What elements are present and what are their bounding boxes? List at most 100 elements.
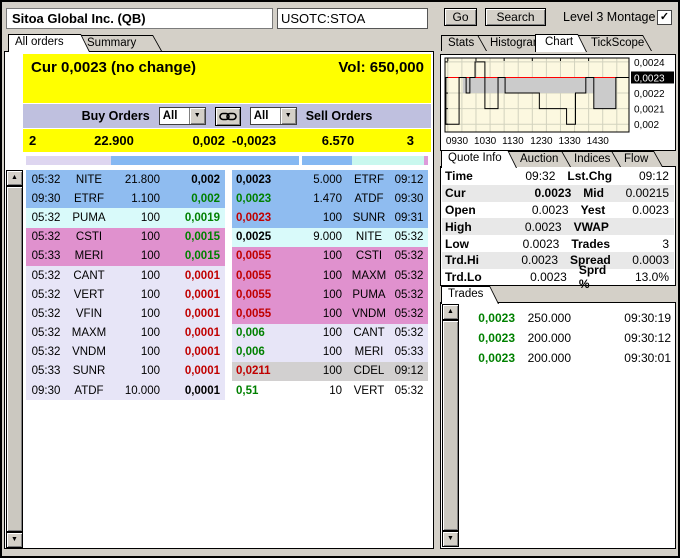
trades-scrollbar[interactable]: ▲ ▼ bbox=[442, 304, 459, 547]
buy-orders-label: Buy Orders bbox=[81, 109, 150, 123]
ask-price: 0,0025 bbox=[236, 231, 272, 244]
tab-tickscope[interactable]: TickScope bbox=[576, 35, 652, 51]
depth-segment bbox=[26, 156, 111, 165]
quote-label: Trd.Lo bbox=[445, 270, 482, 285]
ask-time: 09:30 bbox=[394, 192, 424, 205]
chevron-down-icon[interactable]: ▼ bbox=[279, 108, 296, 124]
ask-side-cell[interactable]: 0,006 100 MERI 05:33 bbox=[232, 342, 428, 362]
buy-orders-filter-select[interactable]: All ▼ bbox=[158, 107, 206, 125]
quote-info-row: Time 09:32 Lst.Chg 09:12 bbox=[442, 168, 674, 185]
ask-price: 0,51 bbox=[236, 384, 259, 397]
tab-all-orders[interactable]: All orders bbox=[8, 34, 90, 52]
search-button[interactable]: Search bbox=[485, 8, 546, 26]
checkmark-icon: ✓ bbox=[659, 11, 670, 23]
bid-side-cell[interactable]: 05:33 MERI 100 0,0015 bbox=[26, 246, 225, 266]
sell-order-count: 3 bbox=[406, 133, 414, 148]
order-book-row[interactable]: 09:30 ATDF 10.000 0,0001 0,51 10 VERT 05… bbox=[26, 381, 428, 401]
quote-info-row: High 0.0023 VWAP bbox=[442, 218, 674, 236]
trade-row[interactable]: 0,0023 200.000 09:30:12 bbox=[465, 328, 671, 348]
bid-side-cell[interactable]: 05:32 VERT 100 0,0001 bbox=[26, 285, 225, 305]
scroll-down-button[interactable]: ▼ bbox=[442, 531, 459, 547]
trade-row[interactable]: 0,0023 200.000 09:30:01 bbox=[465, 348, 671, 368]
bid-side-cell[interactable]: 05:32 NITE 21.800 0,002 bbox=[26, 170, 225, 190]
bid-size: 1.100 bbox=[131, 192, 160, 205]
intraday-chart: 0,0024 0,0023 0,0022 0,0021 0,002 0930 1030 113… bbox=[444, 57, 674, 152]
bid-side-cell[interactable]: 09:30 ATDF 10.000 0,0001 bbox=[26, 381, 225, 401]
scroll-up-button[interactable]: ▲ bbox=[442, 304, 459, 320]
ask-side-cell[interactable]: 0,0023 1.470 ATDF 09:30 bbox=[232, 189, 428, 209]
symbol-input[interactable] bbox=[277, 8, 428, 29]
scroll-down-button[interactable]: ▼ bbox=[6, 532, 23, 548]
order-book-row[interactable]: 05:32 MAXM 100 0,0001 0,006 100 CANT 05:… bbox=[26, 323, 428, 343]
ask-time: 05:32 bbox=[394, 250, 424, 263]
scroll-up-button[interactable]: ▲ bbox=[6, 170, 23, 186]
quote-label: Yest bbox=[580, 202, 606, 217]
order-book-row[interactable]: 05:32 VERT 100 0,0001 0,0055 100 PUMA 05… bbox=[26, 285, 428, 305]
bid-side-cell[interactable]: 05:32 VFIN 100 0,0001 bbox=[26, 304, 225, 324]
order-book-row[interactable]: 05:33 MERI 100 0,0015 0,0055 100 CSTI 05… bbox=[26, 246, 428, 266]
ask-time: 05:32 bbox=[394, 269, 424, 282]
bid-side-cell[interactable]: 05:32 VNDM 100 0,0001 bbox=[26, 342, 225, 362]
ask-market-maker: MERI bbox=[354, 346, 384, 359]
buy-depth-bar bbox=[26, 156, 299, 165]
bid-time: 05:32 bbox=[31, 327, 61, 340]
tab-stats[interactable]: Stats bbox=[441, 35, 487, 51]
ask-price: 0,0023 bbox=[236, 173, 272, 186]
order-book-row[interactable]: 05:32 NITE 21.800 0,002 0,0023 5.000 ETR… bbox=[26, 170, 428, 190]
depth-segment bbox=[110, 156, 299, 165]
order-book-row[interactable]: 05:32 CANT 100 0,0001 0,0055 100 MAXM 05… bbox=[26, 265, 428, 286]
ask-side-cell[interactable]: 0,51 10 VERT 05:32 bbox=[232, 381, 428, 401]
ask-side-cell[interactable]: 0,0055 100 VNDM 05:32 bbox=[232, 304, 428, 324]
level3-montage-checkbox[interactable]: ✓ bbox=[657, 10, 672, 25]
quote-value: 13.0% bbox=[634, 270, 669, 285]
ask-market-maker: PUMA bbox=[352, 288, 386, 301]
ask-side-cell[interactable]: 0,0055 100 MAXM 05:32 bbox=[232, 265, 428, 286]
scrollbar-thumb[interactable] bbox=[6, 186, 23, 532]
ask-market-maker: NITE bbox=[355, 231, 383, 244]
bid-size: 100 bbox=[140, 211, 160, 224]
current-price-text: Cur 0,0023 (no change) bbox=[31, 59, 197, 76]
bid-market-maker: MAXM bbox=[71, 327, 107, 340]
ask-side-cell[interactable]: 0,006 100 CANT 05:32 bbox=[232, 323, 428, 343]
bid-side-cell[interactable]: 05:32 PUMA 100 0,0019 bbox=[26, 208, 225, 228]
link-filters-button[interactable] bbox=[214, 106, 241, 126]
quote-value: 0.0023 bbox=[534, 186, 572, 201]
order-book-row[interactable]: 09:30 ETRF 1.100 0,002 0,0023 1.470 ATDF… bbox=[26, 189, 428, 209]
tab-trades[interactable]: Trades bbox=[441, 286, 499, 304]
ask-size: 100 bbox=[322, 327, 342, 340]
quote-label: Low bbox=[445, 236, 469, 251]
bid-side-cell[interactable]: 05:32 MAXM 100 0,0001 bbox=[26, 323, 225, 343]
order-book-row[interactable]: 05:32 VFIN 100 0,0001 0,0055 100 VNDM 05… bbox=[26, 304, 428, 324]
ask-side-cell[interactable]: 0,0023 5.000 ETRF 09:12 bbox=[232, 170, 428, 190]
tab-quote-info[interactable]: Quote Info bbox=[441, 150, 517, 168]
bid-price: 0,002 bbox=[191, 192, 220, 205]
ask-price: 0,0023 bbox=[236, 192, 272, 205]
chevron-down-icon[interactable]: ▼ bbox=[188, 108, 205, 124]
quote-info-row: Low 0.0023 Trades 3 bbox=[442, 235, 674, 252]
tab-chart[interactable]: Chart bbox=[535, 34, 587, 52]
order-book-scrollbar[interactable]: ▲ ▼ bbox=[6, 170, 23, 548]
ask-side-cell[interactable]: 0,0055 100 CSTI 05:32 bbox=[232, 246, 428, 266]
go-button[interactable]: Go bbox=[444, 8, 477, 26]
best-price-totals-row: 2 22.900 0,002 -0,0023 6.570 3 bbox=[23, 129, 431, 152]
ask-side-cell[interactable]: 0,0023 100 SUNR 09:31 bbox=[232, 208, 428, 228]
order-book-row[interactable]: 05:33 SUNR 100 0,0001 0,0211 100 CDEL 09… bbox=[26, 361, 428, 382]
quote-value: 0.00215 bbox=[625, 186, 670, 201]
bid-side-cell[interactable]: 05:33 SUNR 100 0,0001 bbox=[26, 361, 225, 382]
trade-row[interactable]: 0,0023 250.000 09:30:19 bbox=[465, 308, 671, 328]
scrollbar-thumb[interactable] bbox=[442, 320, 459, 531]
bid-size: 100 bbox=[140, 307, 160, 320]
order-book-row[interactable]: 05:32 VNDM 100 0,0001 0,006 100 MERI 05:… bbox=[26, 342, 428, 362]
sell-orders-filter-select[interactable]: All ▼ bbox=[249, 107, 297, 125]
bid-side-cell[interactable]: 09:30 ETRF 1.100 0,002 bbox=[26, 189, 225, 209]
ask-price: 0,0055 bbox=[236, 250, 272, 263]
order-book-panel: Cur 0,0023 (no change) Vol: 650,000 Buy … bbox=[4, 51, 434, 549]
svg-text:1230: 1230 bbox=[530, 136, 553, 147]
bid-side-cell[interactable]: 05:32 CANT 100 0,0001 bbox=[26, 265, 225, 286]
ask-side-cell[interactable]: 0,0211 100 CDEL 09:12 bbox=[232, 361, 428, 382]
order-book-row[interactable]: 05:32 CSTI 100 0,0015 0,0025 9.000 NITE … bbox=[26, 227, 428, 247]
order-book-row[interactable]: 05:32 PUMA 100 0,0019 0,0023 100 SUNR 09… bbox=[26, 208, 428, 228]
ask-side-cell[interactable]: 0,0055 100 PUMA 05:32 bbox=[232, 285, 428, 305]
ask-side-cell[interactable]: 0,0025 9.000 NITE 05:32 bbox=[232, 227, 428, 247]
bid-side-cell[interactable]: 05:32 CSTI 100 0,0015 bbox=[26, 227, 225, 247]
